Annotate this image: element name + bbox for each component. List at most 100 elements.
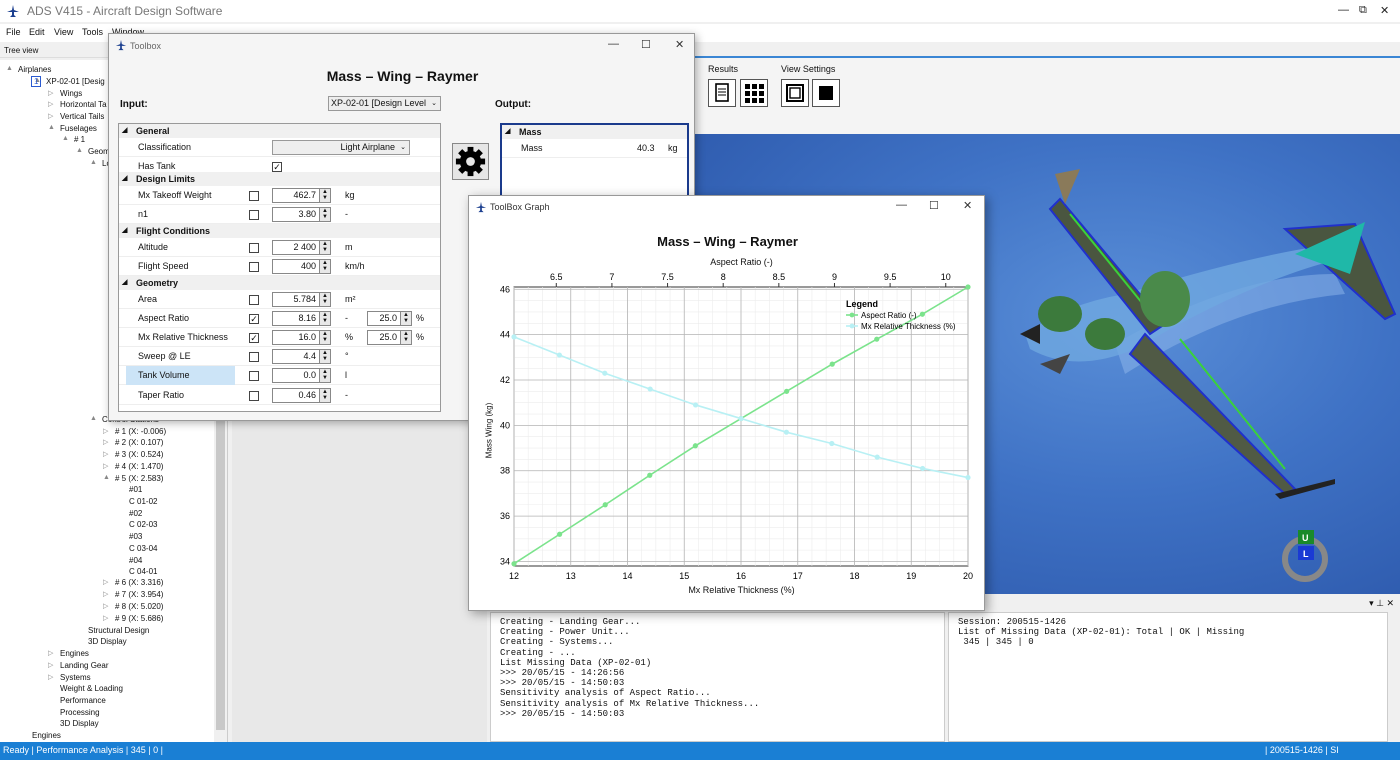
mtow-checkbox[interactable] xyxy=(249,191,259,201)
tree-item[interactable]: Engines xyxy=(32,731,61,740)
flight-speed-checkbox[interactable] xyxy=(249,262,259,272)
tree-item[interactable]: ▷ # 1 (X: -0.006) xyxy=(103,427,166,436)
tree-item[interactable]: ▲ Fuselages xyxy=(48,124,97,133)
section-general[interactable]: ◢ General xyxy=(119,124,440,138)
section-design-limits[interactable]: ◢ Design Limits xyxy=(119,172,440,186)
close-button[interactable]: ✕ xyxy=(1380,4,1389,17)
row-tank-volume-label[interactable]: Tank Volume xyxy=(126,366,235,385)
taper-ratio-input[interactable]: 0.46 xyxy=(272,388,320,403)
taper-ratio-spinner[interactable]: ▲ ▼ xyxy=(319,388,331,403)
collapsed-arrow-icon[interactable]: ▷ xyxy=(48,673,53,681)
collapsed-arrow-icon[interactable]: ▷ xyxy=(103,427,108,435)
sweep-input[interactable]: 4.4 xyxy=(272,349,320,364)
collapsed-arrow-icon[interactable]: ▷ xyxy=(103,578,108,586)
tree-item[interactable]: ▷ # 3 (X: 0.524) xyxy=(103,450,163,459)
n1-spinner[interactable]: ▲ ▼ xyxy=(319,207,331,222)
area-input[interactable]: 5.784 xyxy=(272,292,320,307)
tree-item[interactable]: C 02-03 xyxy=(129,520,157,529)
tree-item[interactable]: #04 xyxy=(129,556,142,565)
collapsed-arrow-icon[interactable]: ▷ xyxy=(103,590,108,598)
tree-item[interactable]: ▷ # 7 (X: 3.954) xyxy=(103,590,163,599)
report-button[interactable] xyxy=(708,79,736,107)
tree-item[interactable]: ▷ Landing Gear xyxy=(48,661,108,670)
mx-thickness-range-spinner[interactable]: ▲ ▼ xyxy=(400,330,412,345)
maximize-button[interactable]: ⧉ xyxy=(1359,4,1367,17)
tree-item[interactable]: ▲ # 5 (X: 2.583) xyxy=(103,474,163,483)
tree-item[interactable]: ▷ Wings xyxy=(48,89,82,98)
toolbox-close-button[interactable]: ✕ xyxy=(675,38,684,51)
expanded-arrow-icon[interactable]: ▲ xyxy=(76,147,83,154)
n1-input[interactable]: 3.80 xyxy=(272,207,320,222)
aspect-ratio-range-spinner[interactable]: ▲ ▼ xyxy=(400,311,412,326)
tree-item[interactable]: ▷ Systems xyxy=(48,673,91,682)
area-spinner[interactable]: ▲ ▼ xyxy=(319,292,331,307)
toolbox-maximize-button[interactable]: ☐ xyxy=(641,38,651,51)
taper-ratio-checkbox[interactable] xyxy=(249,391,259,401)
expanded-arrow-icon[interactable]: ▲ xyxy=(6,65,13,72)
tree-item[interactable]: Performance xyxy=(60,696,106,705)
tank-volume-input[interactable]: 0.0 xyxy=(272,368,320,383)
collapsed-arrow-icon[interactable]: ▷ xyxy=(103,614,108,622)
mtow-input[interactable]: 462.7 xyxy=(272,188,320,203)
tree-item[interactable]: C 04-01 xyxy=(129,567,157,576)
menu-view[interactable]: View xyxy=(54,27,73,37)
tree-item[interactable]: ▷ # 8 (X: 5.020) xyxy=(103,602,163,611)
compute-button[interactable] xyxy=(452,143,489,180)
log-console[interactable]: Creating - Landing Gear... Creating - Pow… xyxy=(490,612,945,742)
mx-thickness-spinner[interactable]: ▲ ▼ xyxy=(319,330,331,345)
collapsed-arrow-icon[interactable]: ▷ xyxy=(103,602,108,610)
section-flight-conditions[interactable]: ◢ Flight Conditions xyxy=(119,224,440,238)
mx-thickness-range-input[interactable]: 25.0 xyxy=(367,330,401,345)
tree-item[interactable]: #03 xyxy=(129,532,142,541)
design-select[interactable]: XP-02-01 [Design Level ⌄ xyxy=(328,96,441,111)
tree-scrollbar-thumb[interactable] xyxy=(216,370,225,730)
sweep-checkbox[interactable] xyxy=(249,352,259,362)
grid-button[interactable] xyxy=(740,79,768,107)
tree-item[interactable]: ▲ Airplanes xyxy=(6,65,51,74)
panel-pin-icon[interactable]: ▾ ⊥ ✕ xyxy=(1369,598,1394,609)
flight-speed-spinner[interactable]: ▲ ▼ xyxy=(319,259,331,274)
frame-view-button[interactable] xyxy=(781,79,809,107)
collapsed-arrow-icon[interactable]: ▷ xyxy=(103,450,108,458)
chart-plot[interactable]: 12 13 14 15 16 17 18 19 20 6.5 7 7.5 8 8.5 9 9.5 10 34 36 3… xyxy=(469,196,986,612)
section-mass[interactable]: ◢ Mass xyxy=(502,125,687,139)
collapsed-arrow-icon[interactable]: ▷ xyxy=(48,661,53,669)
mx-thickness-checkbox[interactable]: ✓ xyxy=(249,333,259,343)
section-geometry[interactable]: ◢ Geometry xyxy=(119,276,440,290)
tree-item[interactable]: ▷ Engines xyxy=(48,649,89,658)
tree-item[interactable]: #01 xyxy=(129,485,142,494)
tree-item[interactable]: Weight & Loading xyxy=(60,684,123,693)
altitude-input[interactable]: 2 400 xyxy=(272,240,320,255)
tree-item[interactable]: C 03-04 xyxy=(129,544,157,553)
toolbox-minimize-button[interactable]: — xyxy=(608,38,619,50)
collapsed-arrow-icon[interactable]: ▷ xyxy=(48,100,53,108)
toolbox-graph-window[interactable]: ToolBox Graph — ☐ ✕ Mass – Wing – Raymer… xyxy=(468,195,985,611)
tree-item[interactable]: C 01-02 xyxy=(129,497,157,506)
tree-item[interactable]: Processing xyxy=(60,708,100,717)
flight-speed-input[interactable]: 400 xyxy=(272,259,320,274)
collapsed-arrow-icon[interactable]: ▷ xyxy=(103,438,108,446)
collapsed-arrow-icon[interactable]: ▷ xyxy=(48,112,53,120)
aspect-ratio-input[interactable]: 8.16 xyxy=(272,311,320,326)
tree-item[interactable]: #02 xyxy=(129,509,142,518)
altitude-checkbox[interactable] xyxy=(249,243,259,253)
menu-edit[interactable]: Edit xyxy=(29,27,45,37)
menu-file[interactable]: File xyxy=(6,27,21,37)
menu-tools[interactable]: Tools xyxy=(82,27,103,37)
collapsed-arrow-icon[interactable]: ▷ xyxy=(103,462,108,470)
expanded-arrow-icon[interactable]: ▲ xyxy=(62,135,69,142)
tree-item[interactable]: ▷ # 2 (X: 0.107) xyxy=(103,438,163,447)
missing-data-console[interactable]: Session: 200515-1426 List of Missing Data… xyxy=(948,612,1388,742)
sweep-spinner[interactable]: ▲ ▼ xyxy=(319,349,331,364)
aspect-ratio-checkbox[interactable]: ✓ xyxy=(249,314,259,324)
expanded-arrow-icon[interactable]: ▲ xyxy=(90,415,97,422)
minimize-button[interactable]: — xyxy=(1338,4,1349,16)
aspect-ratio-range-input[interactable]: 25.0 xyxy=(367,311,401,326)
expanded-arrow-icon[interactable]: ▲ xyxy=(90,159,97,166)
tree-item[interactable]: ▷ Vertical Tails xyxy=(48,112,104,121)
tank-volume-checkbox[interactable] xyxy=(249,371,259,381)
tree-item[interactable]: ▲ Geom xyxy=(76,147,110,156)
tree-item[interactable]: ▷ # 6 (X: 3.316) xyxy=(103,578,163,587)
tree-item[interactable]: Structural Design xyxy=(88,626,149,635)
aspect-ratio-spinner[interactable]: ▲ ▼ xyxy=(319,311,331,326)
